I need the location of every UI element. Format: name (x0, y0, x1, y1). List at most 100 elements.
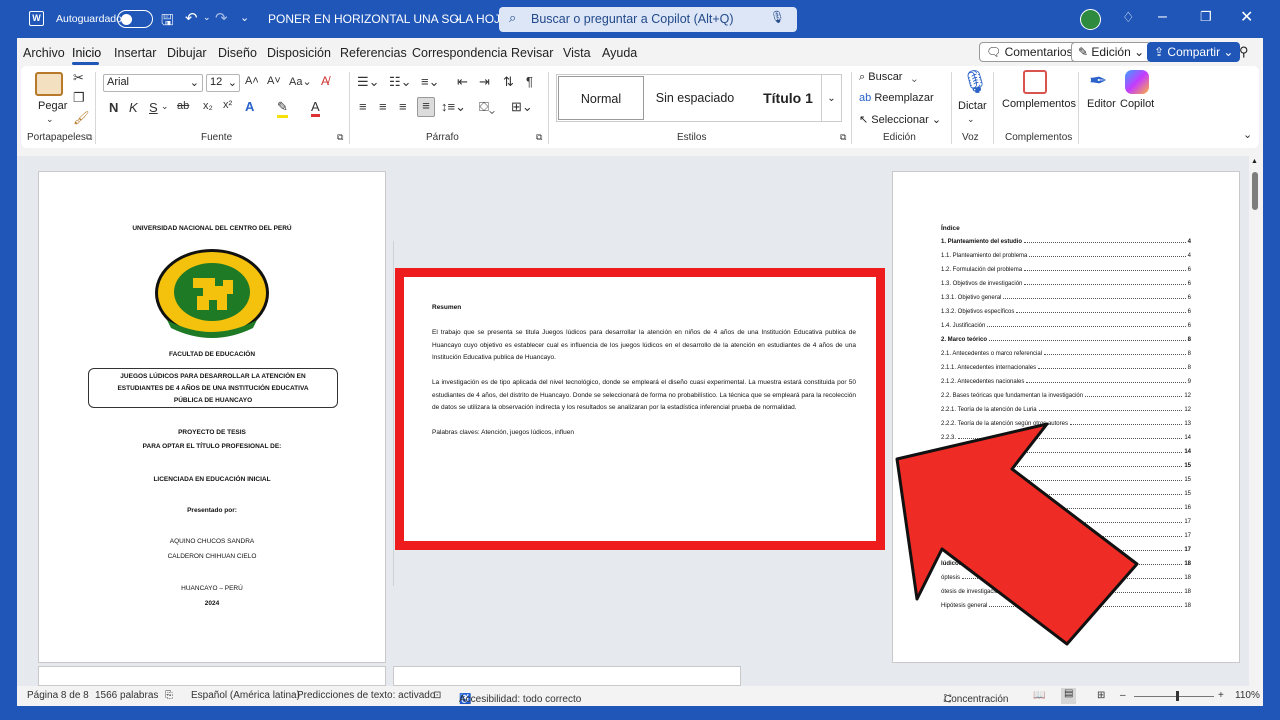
tab-dibujar[interactable]: Dibujar (167, 46, 207, 60)
print-layout-icon[interactable]: ▤ (1061, 688, 1077, 704)
document-area[interactable]: UNIVERSIDAD NACIONAL DEL CENTRO DEL PERÚ… (17, 156, 1249, 686)
add-ins-icon[interactable] (1023, 70, 1047, 94)
web-layout-icon[interactable]: ⊞ (1097, 690, 1105, 701)
style-heading-1[interactable]: Título 1 (745, 75, 831, 121)
align-center-icon[interactable]: ≡ (379, 99, 387, 114)
index-entry[interactable]: 1.4. Justificación 6 (941, 323, 1191, 329)
tab-insertar[interactable]: Insertar (114, 46, 156, 60)
zoom-slider[interactable] (1134, 696, 1214, 697)
restore-icon[interactable]: ❐ (1200, 9, 1212, 25)
index-entry[interactable]: 2. Marco teórico 8 (941, 337, 1191, 343)
italic-icon[interactable]: K (129, 100, 138, 115)
subscript-icon[interactable]: x₂ (203, 100, 213, 112)
undo-icon[interactable]: ↶ (185, 9, 198, 27)
tab-ayuda[interactable]: Ayuda (602, 46, 637, 60)
editor-icon[interactable]: ✒ (1089, 68, 1107, 94)
font-color-icon[interactable]: A (311, 99, 320, 117)
undo-dropdown-icon[interactable]: ⌄ (203, 12, 211, 23)
highlight-icon[interactable]: ✎ (277, 99, 288, 118)
word-count[interactable]: 1566 palabras (95, 690, 158, 701)
index-entry[interactable]: 1. Planteamiento del estudio 4 (941, 239, 1191, 245)
index-entry[interactable]: 2.1.1. Antecedentes internacionales 8 (941, 365, 1191, 371)
font-size-dropdown[interactable]: 12 ⌄ (206, 74, 240, 92)
scroll-up-icon[interactable]: ▲ (1251, 158, 1258, 165)
styles-launcher-icon[interactable]: ⧉ (840, 132, 846, 143)
style-normal[interactable]: Normal (558, 76, 644, 120)
add-ins-label[interactable]: Complementos (1002, 98, 1076, 110)
superscript-icon[interactable]: x² (223, 99, 232, 111)
justify-icon[interactable]: ≡ (417, 97, 435, 117)
zoom-slider-thumb[interactable] (1176, 691, 1179, 701)
lightbulb-icon[interactable]: ♢ (1122, 9, 1135, 26)
bullets-icon[interactable]: ☰⌄ (357, 74, 380, 90)
copy-icon[interactable]: ❐ (73, 90, 85, 106)
paste-icon[interactable] (35, 72, 63, 96)
abstract-page-highlight[interactable]: Resumen El trabajo que se presenta se ti… (395, 268, 885, 550)
zoom-level[interactable]: 110% (1235, 690, 1260, 701)
microphone-icon[interactable]: 🎙 (770, 10, 785, 24)
index-entry[interactable]: 1.3.1. Objetivo general 6 (941, 295, 1191, 301)
page-count[interactable]: Página 8 de 8 (27, 690, 89, 701)
copilot-icon[interactable] (1125, 70, 1149, 94)
bold-icon[interactable]: N (109, 100, 118, 115)
align-left-icon[interactable]: ≡ (359, 99, 367, 114)
pilcrow-icon[interactable]: ¶ (526, 74, 533, 89)
word-app-icon[interactable]: W (29, 11, 44, 26)
macro-icon[interactable]: ⊡ (433, 690, 441, 701)
grow-font-icon[interactable]: A˄ (245, 75, 259, 87)
shrink-font-icon[interactable]: A˅ (267, 75, 281, 87)
tab-diseno[interactable]: Diseño (218, 46, 257, 60)
collapse-ribbon-icon[interactable]: ⌄ (1243, 128, 1252, 141)
read-mode-icon[interactable]: 📖 (1033, 690, 1045, 701)
styles-scroll-button[interactable]: ⌄ (821, 74, 842, 122)
shading-icon[interactable]: ⛋⌄ (479, 99, 495, 115)
underline-icon[interactable]: S (149, 100, 158, 115)
cover-page[interactable]: UNIVERSIDAD NACIONAL DEL CENTRO DEL PERÚ… (38, 171, 386, 663)
numbering-icon[interactable]: ☷⌄ (389, 74, 412, 90)
document-title[interactable]: PONER EN HORIZONTAL UNA SOLA HOJA (268, 12, 508, 26)
tab-revisar[interactable]: Revisar (511, 46, 553, 60)
language[interactable]: Español (América latina) (191, 690, 300, 701)
microphone-icon[interactable]: 🎙 (961, 69, 989, 95)
autosave-toggle[interactable] (117, 10, 153, 28)
font-launcher-icon[interactable]: ⧉ (337, 132, 343, 143)
underline-dropdown-icon[interactable]: ⌄ (161, 101, 169, 112)
share-button[interactable]: ⇪ Compartir ⌄ (1147, 42, 1241, 62)
tab-vista[interactable]: Vista (563, 46, 591, 60)
index-entry[interactable]: 2.1. Antecedentes o marco referencial 8 (941, 351, 1191, 357)
zoom-out-icon[interactable]: – (1120, 690, 1126, 701)
scroll-thumb[interactable] (1252, 172, 1258, 210)
sort-icon[interactable]: ⇅ (503, 74, 514, 90)
index-entry[interactable]: 1.1. Planteamiento del problema 4 (941, 253, 1191, 259)
feedback-icon[interactable]: ⚲ (1239, 44, 1249, 60)
editor-label[interactable]: Editor (1087, 98, 1116, 110)
font-name-dropdown[interactable]: Arial ⌄ (103, 74, 203, 92)
dictate-dropdown-icon[interactable]: ⌄ (967, 114, 975, 125)
title-dropdown-icon[interactable]: ⌄ (453, 11, 462, 24)
tab-correspondencia[interactable]: Correspondencia (412, 46, 507, 60)
index-entry[interactable]: 2.1.2. Antecedentes nacionales 9 (941, 379, 1191, 385)
text-effects-icon[interactable]: A (245, 99, 254, 114)
replace-button[interactable]: ab Reemplazar (859, 92, 934, 104)
clipboard-launcher-icon[interactable]: ⧉ (86, 132, 92, 143)
change-case-icon[interactable]: Aa⌄ (289, 75, 312, 88)
index-entry[interactable]: 1.2. Formulación del problema 6 (941, 267, 1191, 273)
multilevel-list-icon[interactable]: ≡⌄ (421, 74, 439, 90)
decrease-indent-icon[interactable]: ⇤ (457, 74, 468, 90)
paste-label[interactable]: Pegar (38, 100, 67, 112)
proofing-icon[interactable]: ⎘ (165, 690, 173, 701)
copilot-status-icon[interactable] (1080, 9, 1101, 30)
select-button[interactable]: ↖ Seleccionar ⌄ (859, 113, 941, 126)
customize-toolbar-icon[interactable]: ⌄ (240, 11, 249, 24)
minimize-icon[interactable]: – (1158, 8, 1167, 26)
tab-referencias[interactable]: Referencias (340, 46, 407, 60)
editing-mode-button[interactable]: ✎ Edición ⌄ (1071, 42, 1152, 62)
index-entry[interactable]: 1.3.2. Objetivos específicos 6 (941, 309, 1191, 315)
save-icon[interactable]: 🖫 (161, 10, 174, 35)
copilot-label[interactable]: Copilot (1120, 98, 1154, 110)
align-right-icon[interactable]: ≡ (399, 99, 407, 114)
text-predictions[interactable]: Predicciones de texto: activado (297, 690, 435, 701)
clear-formatting-icon[interactable]: A̸ (321, 74, 329, 88)
cut-icon[interactable]: ✂ (73, 70, 84, 86)
dictate-label[interactable]: Dictar (958, 100, 987, 112)
